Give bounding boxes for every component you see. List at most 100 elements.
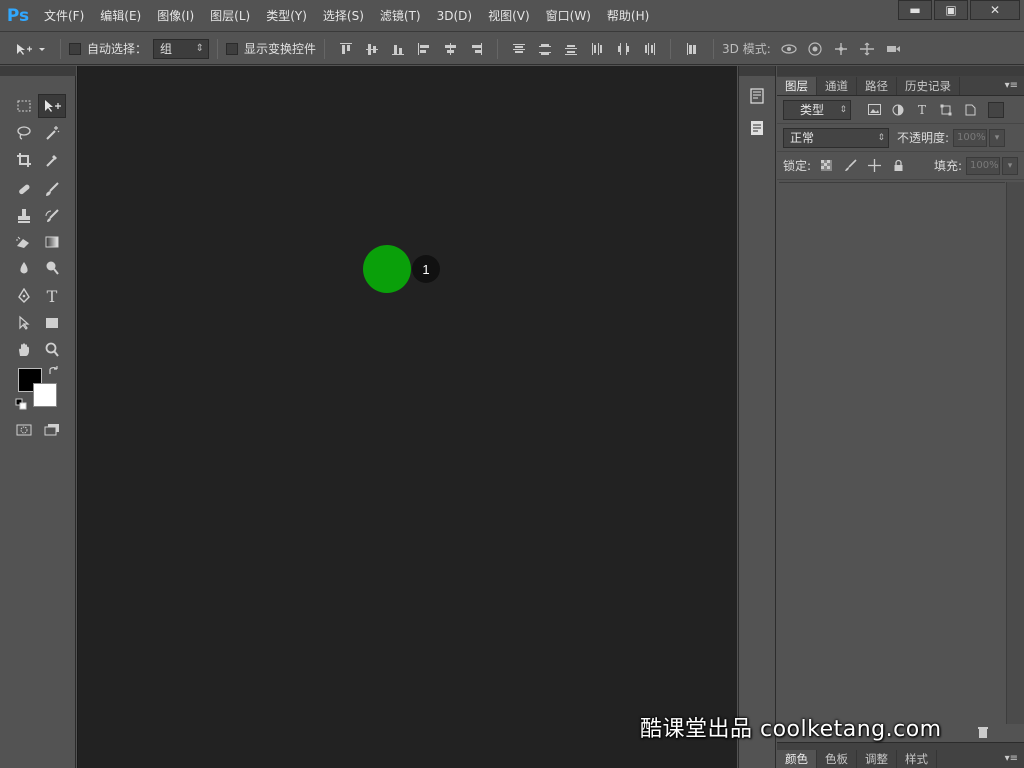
- align-vcenter-icon[interactable]: [364, 41, 380, 57]
- distribute-vcenter-icon[interactable]: [537, 41, 553, 57]
- lock-pixels-icon[interactable]: [843, 159, 857, 173]
- align-left-icon[interactable]: [416, 41, 432, 57]
- eyedropper-tool-icon[interactable]: [38, 148, 66, 172]
- layers-scrollbar[interactable]: [1006, 182, 1024, 724]
- swap-colors-icon[interactable]: [48, 365, 60, 377]
- hand-tool-icon[interactable]: [10, 338, 38, 362]
- filter-adjustment-icon[interactable]: [891, 103, 905, 117]
- eraser-tool-icon[interactable]: [10, 230, 38, 254]
- path-selection-tool-icon[interactable]: [10, 311, 38, 335]
- distribute-top-icon[interactable]: [511, 41, 527, 57]
- align-top-icon[interactable]: [338, 41, 354, 57]
- auto-select-dropdown[interactable]: 组: [153, 38, 210, 59]
- menu-image[interactable]: 图像(I): [149, 0, 202, 32]
- magic-wand-tool-icon[interactable]: [38, 121, 66, 145]
- filter-toggle-button[interactable]: [988, 101, 1004, 118]
- fill-label: 填充:: [933, 159, 962, 173]
- menu-layer[interactable]: 图层(L): [202, 0, 258, 32]
- auto-select-checkbox[interactable]: [69, 42, 81, 55]
- distribute-right-icon[interactable]: [641, 41, 657, 57]
- menu-edit[interactable]: 编辑(E): [92, 0, 149, 32]
- clone-stamp-tool-icon[interactable]: [10, 204, 38, 228]
- document-canvas[interactable]: 1: [77, 66, 737, 768]
- filter-smart-object-icon[interactable]: [963, 103, 977, 117]
- 3d-scale-icon[interactable]: [885, 41, 901, 57]
- menu-view[interactable]: 视图(V): [480, 0, 538, 32]
- distribute-hcenter-icon[interactable]: [615, 41, 631, 57]
- notes-panel-icon[interactable]: [744, 116, 770, 140]
- marquee-tool-icon[interactable]: [10, 94, 38, 118]
- filter-kind-dropdown[interactable]: 类型: [783, 99, 851, 120]
- layers-list[interactable]: [779, 182, 1005, 724]
- tab-adjustments[interactable]: 调整: [857, 750, 897, 768]
- lock-position-icon[interactable]: [867, 159, 881, 173]
- filter-pixel-icon[interactable]: [867, 103, 881, 117]
- bottom-panel-tabs: 颜色 色板 调整 样式 ▾≡: [777, 742, 1024, 768]
- filter-shape-icon[interactable]: [939, 103, 953, 117]
- show-transform-checkbox[interactable]: [226, 42, 239, 55]
- history-brush-tool-icon[interactable]: [38, 204, 66, 228]
- 3d-pan-icon[interactable]: [833, 41, 849, 57]
- blur-tool-icon[interactable]: [10, 256, 38, 280]
- blend-mode-dropdown[interactable]: 正常: [783, 127, 889, 148]
- delete-layer-icon[interactable]: [977, 726, 989, 742]
- maximize-button[interactable]: ▣: [934, 0, 968, 20]
- align-hcenter-icon[interactable]: [442, 41, 458, 57]
- brush-tool-icon[interactable]: [38, 177, 66, 201]
- tab-styles[interactable]: 样式: [897, 750, 937, 768]
- menu-3d[interactable]: 3D(D): [429, 0, 480, 32]
- window-controls: ▬ ▣ ✕: [898, 0, 1020, 20]
- move-tool-icon[interactable]: [38, 94, 66, 118]
- tab-layers[interactable]: 图层: [777, 77, 817, 95]
- type-tool-icon[interactable]: T: [38, 284, 66, 308]
- zoom-tool-icon[interactable]: [38, 338, 66, 362]
- 3d-slide-icon[interactable]: [859, 41, 875, 57]
- pen-tool-icon[interactable]: [10, 284, 38, 308]
- opacity-dropdown-arrow[interactable]: ▾: [989, 128, 1006, 147]
- tab-paths[interactable]: 路径: [857, 77, 897, 95]
- move-tool-preset-icon[interactable]: [13, 41, 47, 57]
- menu-select[interactable]: 选择(S): [315, 0, 372, 32]
- distribute-left-icon[interactable]: [589, 41, 605, 57]
- lasso-tool-icon[interactable]: [10, 121, 38, 145]
- properties-panel-icon[interactable]: [744, 84, 770, 108]
- quick-mask-icon[interactable]: [10, 418, 38, 442]
- align-right-icon[interactable]: [468, 41, 484, 57]
- 3d-rotate-icon[interactable]: [781, 41, 797, 57]
- dock-collapse-bar[interactable]: [739, 66, 775, 76]
- bottom-panel-menu-icon[interactable]: ▾≡: [1005, 750, 1018, 768]
- distribute-bottom-icon[interactable]: [563, 41, 579, 57]
- fill-dropdown-arrow[interactable]: ▾: [1002, 156, 1018, 175]
- lock-transparent-icon[interactable]: [819, 159, 833, 173]
- panel-menu-icon[interactable]: ▾≡: [1005, 77, 1018, 95]
- auto-align-icon[interactable]: [684, 41, 700, 57]
- 3d-roll-icon[interactable]: [807, 41, 823, 57]
- dodge-tool-icon[interactable]: [38, 256, 66, 280]
- menu-file[interactable]: 文件(F): [36, 0, 92, 32]
- default-colors-icon[interactable]: [15, 398, 27, 410]
- lock-all-icon[interactable]: [891, 159, 905, 173]
- tab-channels[interactable]: 通道: [817, 77, 857, 95]
- menu-filter[interactable]: 滤镜(T): [372, 0, 429, 32]
- menu-help[interactable]: 帮助(H): [599, 0, 657, 32]
- minimize-button[interactable]: ▬: [898, 0, 932, 20]
- fill-input[interactable]: 100%: [966, 156, 1000, 175]
- rectangle-tool-icon[interactable]: [38, 311, 66, 335]
- tab-color[interactable]: 颜色: [777, 750, 817, 768]
- close-button[interactable]: ✕: [970, 0, 1020, 20]
- align-bottom-icon[interactable]: [390, 41, 406, 57]
- crop-tool-icon[interactable]: [10, 148, 38, 172]
- tab-history[interactable]: 历史记录: [897, 77, 960, 95]
- healing-brush-tool-icon[interactable]: [10, 177, 38, 201]
- menu-window[interactable]: 窗口(W): [538, 0, 599, 32]
- screen-mode-icon[interactable]: [38, 418, 66, 442]
- tab-swatches[interactable]: 色板: [817, 750, 857, 768]
- filter-type-icon[interactable]: T: [915, 103, 929, 117]
- gradient-tool-icon[interactable]: [38, 230, 66, 254]
- panels-collapse-bar[interactable]: [777, 66, 1024, 76]
- background-color-swatch[interactable]: [33, 383, 57, 407]
- opacity-input[interactable]: 100%: [953, 128, 988, 147]
- menu-type[interactable]: 类型(Y): [258, 0, 315, 32]
- panel-tabs: 图层 通道 路径 历史记录 ▾≡: [777, 76, 1024, 96]
- toolbox-collapse-bar[interactable]: [0, 66, 76, 76]
